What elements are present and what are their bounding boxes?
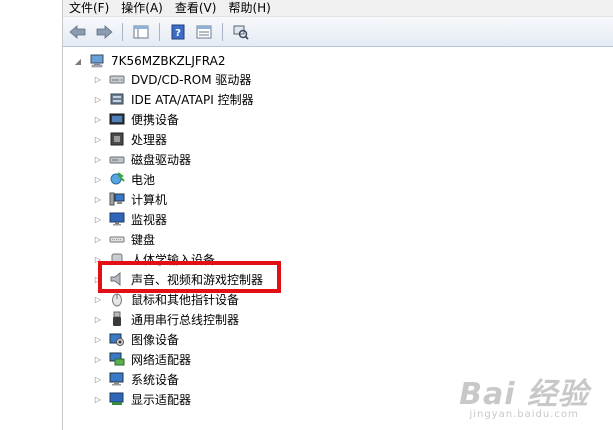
expand-arrow-icon[interactable]: ▷ <box>93 234 103 244</box>
scan-hardware-icon <box>233 25 249 40</box>
computer-icon <box>109 192 125 206</box>
tree-item-label: 便携设备 <box>131 112 180 127</box>
processor-icon <box>110 132 124 146</box>
collapse-arrow-icon[interactable]: ◢ <box>73 56 83 66</box>
usb-icon <box>113 311 121 326</box>
show-hide-console-tree-button[interactable] <box>130 21 152 43</box>
tree-item-label: 键盘 <box>131 232 156 247</box>
tree-item[interactable]: ▷ 电池 <box>93 169 155 189</box>
tree-item[interactable]: ▷ DVD/CD-ROM 驱动器 <box>93 69 252 89</box>
expand-arrow-icon[interactable]: ▷ <box>93 394 103 404</box>
tree-item-label: 处理器 <box>131 132 168 147</box>
expand-arrow-icon[interactable]: ▷ <box>93 94 103 104</box>
tree-item-label: 网络适配器 <box>131 352 192 367</box>
tree-item-label: 计算机 <box>131 192 168 207</box>
console-tree-icon <box>133 25 149 38</box>
system-device-icon <box>109 372 124 386</box>
tree-item[interactable]: ▷ 计算机 <box>93 189 167 209</box>
tree-item-label: 电池 <box>131 172 156 187</box>
expand-arrow-icon[interactable]: ▷ <box>93 314 103 324</box>
menu-action[interactable]: 操作(A) <box>115 1 169 15</box>
properties-button[interactable] <box>193 21 215 43</box>
window-left-margin <box>0 0 63 430</box>
forward-button[interactable] <box>93 21 115 43</box>
tree-root[interactable]: ◢ 7K56MZBKZLJFRA2 <box>73 51 226 71</box>
tree-item[interactable]: ▷ 通用串行总线控制器 <box>93 309 239 329</box>
tree-item[interactable]: ▷ 系统设备 <box>93 369 179 389</box>
monitor-icon <box>109 212 125 226</box>
tree-item-label: 鼠标和其他指针设备 <box>131 292 240 307</box>
tree-item[interactable]: ▷ 磁盘驱动器 <box>93 149 191 169</box>
toolbar-separator <box>122 22 123 41</box>
menu-help[interactable]: 帮助(H) <box>222 1 276 15</box>
expand-arrow-icon[interactable]: ▷ <box>93 74 103 84</box>
tree-item[interactable]: ▷ 便携设备 <box>93 109 179 129</box>
menubar: 文件(F) 操作(A) 查看(V) 帮助(H) <box>63 0 613 17</box>
tree-item-label: 磁盘驱动器 <box>131 152 192 167</box>
toolbar-separator <box>222 22 223 41</box>
network-adapter-icon <box>109 352 125 366</box>
forward-arrow-icon <box>96 24 113 39</box>
watermark-logo: Bai 经验 <box>459 377 589 412</box>
red-highlight-box <box>98 261 281 293</box>
tree-item-label: 系统设备 <box>131 372 180 387</box>
keyboard-icon <box>109 236 125 243</box>
dvd-drive-icon <box>109 75 125 84</box>
menu-file[interactable]: 文件(F) <box>63 1 115 15</box>
toolbar-separator <box>159 22 160 41</box>
help-button[interactable]: ? <box>167 21 189 43</box>
tree-item-label: IDE ATA/ATAPI 控制器 <box>131 92 254 107</box>
watermark-url: jingyan.baidu.com <box>469 409 579 420</box>
tree-item[interactable]: ▷ 显示适配器 <box>93 389 191 409</box>
tree-item[interactable]: ▷ 处理器 <box>93 129 167 149</box>
tree-item-label: 通用串行总线控制器 <box>131 312 240 327</box>
svg-text:?: ? <box>175 28 181 39</box>
expand-arrow-icon[interactable]: ▷ <box>93 294 103 304</box>
expand-arrow-icon[interactable]: ▷ <box>93 214 103 224</box>
tree-item-label: 监视器 <box>131 212 168 227</box>
back-arrow-icon <box>69 24 86 39</box>
tree-item-label: 图像设备 <box>131 332 180 347</box>
tree-item[interactable]: ▷ 网络适配器 <box>93 349 191 369</box>
expand-arrow-icon[interactable]: ▷ <box>93 194 103 204</box>
back-button[interactable] <box>67 21 89 43</box>
ide-controller-icon <box>110 93 124 105</box>
tree-item[interactable]: ▷ 键盘 <box>93 229 155 249</box>
scan-hardware-button[interactable] <box>230 21 252 43</box>
expand-arrow-icon[interactable]: ▷ <box>93 174 103 184</box>
expand-arrow-icon[interactable]: ▷ <box>93 134 103 144</box>
camera-icon <box>109 333 124 346</box>
mouse-icon <box>112 293 122 307</box>
tree-item[interactable]: ▷ 图像设备 <box>93 329 179 349</box>
tree-root-label: 7K56MZBKZLJFRA2 <box>111 54 226 68</box>
battery-icon <box>110 172 125 185</box>
expand-arrow-icon[interactable]: ▷ <box>93 334 103 344</box>
disk-drive-icon <box>109 156 125 164</box>
expand-arrow-icon[interactable]: ▷ <box>93 354 103 364</box>
tree-item-label: DVD/CD-ROM 驱动器 <box>131 72 252 87</box>
menu-view[interactable]: 查看(V) <box>169 1 223 15</box>
help-book-icon: ? <box>171 24 185 39</box>
watermark: Bai 经验 jingyan.baidu.com <box>459 369 589 420</box>
computer-root-icon <box>90 54 104 68</box>
portable-device-icon <box>109 113 125 125</box>
expand-arrow-icon[interactable]: ▷ <box>93 374 103 384</box>
expand-arrow-icon[interactable]: ▷ <box>93 114 103 124</box>
properties-icon <box>196 25 212 38</box>
display-adapter-icon <box>109 392 124 405</box>
tree-item-label: 显示适配器 <box>131 392 192 407</box>
tree-item[interactable]: ▷ IDE ATA/ATAPI 控制器 <box>93 89 254 109</box>
tree-item[interactable]: ▷ 监视器 <box>93 209 167 229</box>
expand-arrow-icon[interactable]: ▷ <box>93 154 103 164</box>
toolbar: ? <box>63 17 613 47</box>
